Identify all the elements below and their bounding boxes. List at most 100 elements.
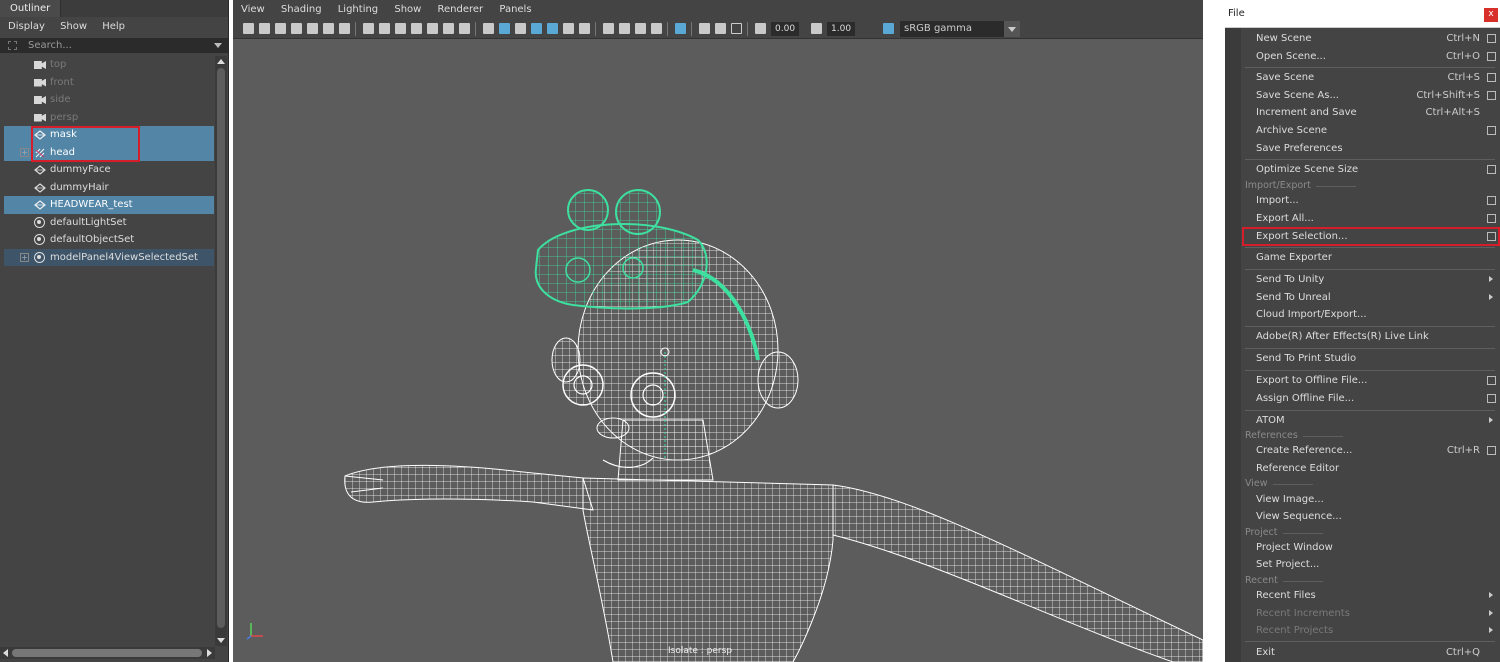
- gamma-field[interactable]: 1.00: [827, 22, 856, 36]
- search-dropdown-icon[interactable]: [214, 43, 222, 48]
- select-camera-icon[interactable]: [243, 23, 254, 34]
- menu-item-optimize-scene-size[interactable]: Optimize Scene Size: [1256, 161, 1496, 178]
- option-box-icon[interactable]: [1487, 73, 1496, 82]
- resolution-gate-icon[interactable]: [395, 23, 406, 34]
- outliner-search-input[interactable]: [28, 38, 208, 53]
- xray-joints-icon[interactable]: [563, 23, 574, 34]
- option-box-icon[interactable]: [1487, 126, 1496, 135]
- gate-mask-icon[interactable]: [411, 23, 422, 34]
- scroll-left-icon[interactable]: [3, 649, 8, 657]
- outliner-horizontal-scrollbar[interactable]: [0, 647, 215, 659]
- menu-item-create-reference[interactable]: Create Reference... Ctrl+R: [1256, 442, 1496, 459]
- option-box-icon[interactable]: [1487, 34, 1496, 43]
- outliner-item-headwear-test[interactable]: HEADWEAR_test: [4, 196, 214, 214]
- menu-item-import[interactable]: Import...: [1256, 192, 1496, 209]
- outliner-menu-help[interactable]: Help: [102, 21, 125, 32]
- field-chart-icon[interactable]: [427, 23, 438, 34]
- menu-item-cloud-import-export[interactable]: Cloud Import/Export...: [1256, 306, 1496, 323]
- exposure-icon[interactable]: [755, 23, 766, 34]
- grease-pencil-tool-icon[interactable]: [339, 23, 350, 34]
- wireframe-icon[interactable]: [483, 23, 494, 34]
- scroll-up-icon[interactable]: [217, 59, 225, 64]
- outliner-menu-display[interactable]: Display: [8, 21, 45, 32]
- all-lights-icon[interactable]: [619, 23, 630, 34]
- outliner-item-modelpanel4viewselectedset[interactable]: + modelPanel4ViewSelectedSet: [4, 248, 214, 266]
- close-button[interactable]: x: [1484, 8, 1498, 22]
- scroll-right-icon[interactable]: [207, 649, 212, 657]
- menu-item-archive-scene[interactable]: Archive Scene: [1256, 122, 1496, 139]
- safe-title-icon[interactable]: [459, 23, 470, 34]
- 2d-pan-zoom-icon[interactable]: [323, 23, 334, 34]
- safe-action-icon[interactable]: [443, 23, 454, 34]
- model-wireframe-view[interactable]: [233, 40, 1203, 662]
- expand-icon[interactable]: +: [20, 147, 29, 157]
- menu-item-send-to-print-studio[interactable]: Send To Print Studio: [1256, 350, 1496, 367]
- menu-item-view-sequence[interactable]: View Sequence...: [1256, 508, 1496, 525]
- exposure-field[interactable]: 0.00: [771, 22, 800, 36]
- use-default-lighting-icon[interactable]: [603, 23, 614, 34]
- option-box-icon[interactable]: [1487, 446, 1496, 455]
- viewport-menu-lighting[interactable]: Lighting: [338, 4, 378, 15]
- viewport-menu-view[interactable]: View: [241, 4, 265, 15]
- menu-item-project-window[interactable]: Project Window: [1256, 539, 1496, 556]
- menu-item-save-scene[interactable]: Save Scene Ctrl+S: [1256, 69, 1496, 86]
- gamma-icon[interactable]: [811, 23, 822, 34]
- color-space-select[interactable]: sRGB gamma: [900, 21, 1020, 37]
- isolate-select-icon[interactable]: [675, 23, 686, 34]
- menu-item-save-scene-as[interactable]: Save Scene As... Ctrl+Shift+S: [1256, 87, 1496, 104]
- menu-item-send-to-unreal[interactable]: Send To Unreal: [1256, 289, 1496, 306]
- scroll-thumb[interactable]: [217, 68, 225, 628]
- menu-item-game-exporter[interactable]: Game Exporter: [1256, 249, 1496, 266]
- default-material-icon[interactable]: [515, 23, 526, 34]
- outliner-item-dummyhair[interactable]: dummyHair: [4, 179, 214, 197]
- menu-item-new-scene[interactable]: New Scene Ctrl+N: [1256, 30, 1496, 47]
- outliner-item-top[interactable]: top: [4, 56, 214, 74]
- grease-pencil-icon[interactable]: [307, 23, 318, 34]
- viewport-menu-shading[interactable]: Shading: [281, 4, 322, 15]
- menu-item-export-all[interactable]: Export All...: [1256, 210, 1496, 227]
- outliner-item-head[interactable]: + head: [4, 143, 214, 161]
- depth-of-field-icon[interactable]: [715, 23, 726, 34]
- option-box-icon[interactable]: [1487, 214, 1496, 223]
- outliner-item-defaultobjectset[interactable]: defaultObjectSet: [4, 231, 214, 249]
- menu-item-save-preferences[interactable]: Save Preferences: [1256, 140, 1496, 157]
- menu-item-view-image[interactable]: View Image...: [1256, 491, 1496, 508]
- chevron-down-icon[interactable]: [1004, 21, 1020, 37]
- screen-space-ao-icon[interactable]: [651, 23, 662, 34]
- scroll-thumb[interactable]: [12, 649, 202, 657]
- filter-icon[interactable]: [8, 41, 17, 50]
- scroll-down-icon[interactable]: [217, 638, 225, 643]
- viewport-menu-renderer[interactable]: Renderer: [438, 4, 484, 15]
- menu-item-exit[interactable]: Exit Ctrl+Q: [1256, 644, 1496, 661]
- option-box-icon[interactable]: [1487, 394, 1496, 403]
- menu-item-set-project[interactable]: Set Project...: [1256, 556, 1496, 573]
- option-box-icon[interactable]: [1487, 165, 1496, 174]
- camera-attributes-icon[interactable]: [259, 23, 270, 34]
- menu-item-increment-save[interactable]: Increment and Save Ctrl+Alt+S: [1256, 104, 1496, 121]
- multisample-icon[interactable]: [699, 23, 710, 34]
- menu-item-after-effects-link[interactable]: Adobe(R) After Effects(R) Live Link: [1256, 328, 1496, 345]
- viewport-menu-show[interactable]: Show: [394, 4, 421, 15]
- menu-item-open-scene[interactable]: Open Scene... Ctrl+O: [1256, 48, 1496, 65]
- menu-item-export-selection[interactable]: Export Selection...: [1256, 228, 1496, 245]
- option-box-icon[interactable]: [1487, 91, 1496, 100]
- outliner-item-mask[interactable]: mask: [4, 126, 214, 144]
- outliner-item-dummyface[interactable]: dummyFace: [4, 161, 214, 179]
- outliner-vertical-scrollbar[interactable]: [215, 56, 227, 646]
- grid-icon[interactable]: [363, 23, 374, 34]
- menu-item-export-offline[interactable]: Export to Offline File...: [1256, 372, 1496, 389]
- menu-item-reference-editor[interactable]: Reference Editor: [1256, 460, 1496, 477]
- view-transform-icon[interactable]: [883, 23, 894, 34]
- expand-icon[interactable]: +: [20, 252, 29, 262]
- menu-item-recent-files[interactable]: Recent Files: [1256, 587, 1496, 604]
- motion-blur-icon[interactable]: [731, 23, 742, 34]
- outliner-menu-show[interactable]: Show: [60, 21, 87, 32]
- option-box-icon[interactable]: [1487, 196, 1496, 205]
- option-box-icon[interactable]: [1487, 232, 1496, 241]
- viewport-panel[interactable]: View Shading Lighting Show Renderer Pane…: [233, 0, 1203, 662]
- wireframe-on-shaded-icon[interactable]: [531, 23, 542, 34]
- image-plane-icon[interactable]: [275, 23, 286, 34]
- bookmark-icon[interactable]: [291, 23, 302, 34]
- outliner-item-defaultlightset[interactable]: defaultLightSet: [4, 214, 214, 232]
- smooth-shade-icon[interactable]: [499, 23, 510, 34]
